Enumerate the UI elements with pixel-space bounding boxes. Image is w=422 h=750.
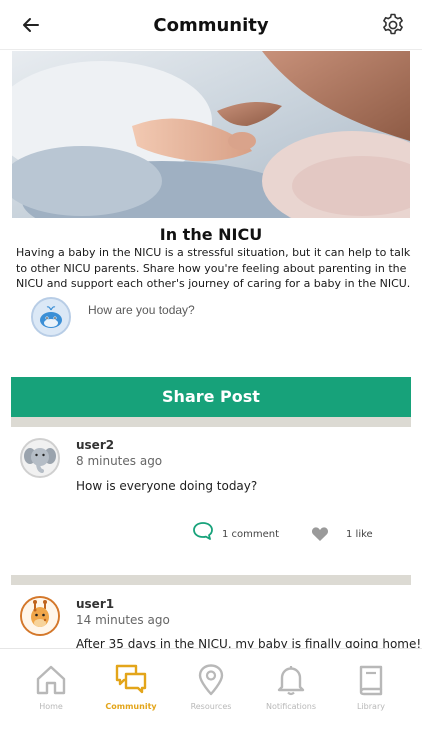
post-timestamp: 14 minutes ago — [76, 613, 170, 627]
tab-resources[interactable]: Resources — [171, 663, 251, 723]
post-username[interactable]: user1 — [76, 597, 114, 611]
divider — [11, 575, 411, 585]
tab-library[interactable]: Library — [331, 663, 411, 723]
divider — [11, 417, 411, 427]
giraffe-icon — [22, 598, 58, 634]
whale-avatar — [31, 297, 71, 337]
tab-community[interactable]: Community — [91, 663, 171, 723]
bottom-tab-bar: Home Community Resources Notifications L… — [0, 648, 422, 750]
bell-icon — [277, 666, 305, 696]
tab-home[interactable]: Home — [11, 663, 91, 723]
tab-notifications[interactable]: Notifications — [251, 663, 331, 723]
home-icon — [36, 665, 66, 695]
comment-button[interactable]: 1 comment — [192, 521, 282, 547]
post-composer-input[interactable] — [88, 299, 398, 321]
elephant-icon — [22, 440, 58, 476]
tab-label: Notifications — [265, 702, 317, 711]
section-description: Having a baby in the NICU is a stressful… — [16, 246, 411, 290]
post-timestamp: 8 minutes ago — [76, 454, 163, 468]
top-bar: Community — [0, 0, 422, 50]
hero-illustration — [12, 51, 410, 218]
like-count: 1 like — [346, 529, 373, 540]
comment-bubble-icon — [193, 522, 213, 540]
post-body: How is everyone doing today? — [76, 479, 258, 493]
tab-label: Library — [357, 702, 385, 711]
tab-label: Home — [39, 702, 63, 711]
post-username[interactable]: user2 — [76, 438, 114, 452]
elephant-avatar[interactable] — [20, 438, 60, 478]
section-title: In the NICU — [159, 225, 263, 244]
chat-bubbles-icon — [115, 664, 147, 694]
tab-label: Resources — [190, 702, 232, 711]
settings-button[interactable] — [380, 12, 406, 38]
location-pin-icon — [198, 664, 224, 696]
whale-icon — [33, 299, 69, 335]
comment-count: 1 comment — [222, 529, 280, 540]
like-button[interactable]: 1 like — [311, 524, 381, 548]
tab-label: Community — [105, 702, 157, 711]
heart-icon — [311, 527, 329, 541]
book-icon — [359, 665, 383, 696]
gear-icon — [383, 13, 403, 35]
giraffe-avatar[interactable] — [20, 596, 60, 636]
share-post-button[interactable]: Share Post — [11, 377, 411, 417]
page-title: Community — [153, 15, 269, 36]
hero-photo-hands — [12, 51, 410, 218]
